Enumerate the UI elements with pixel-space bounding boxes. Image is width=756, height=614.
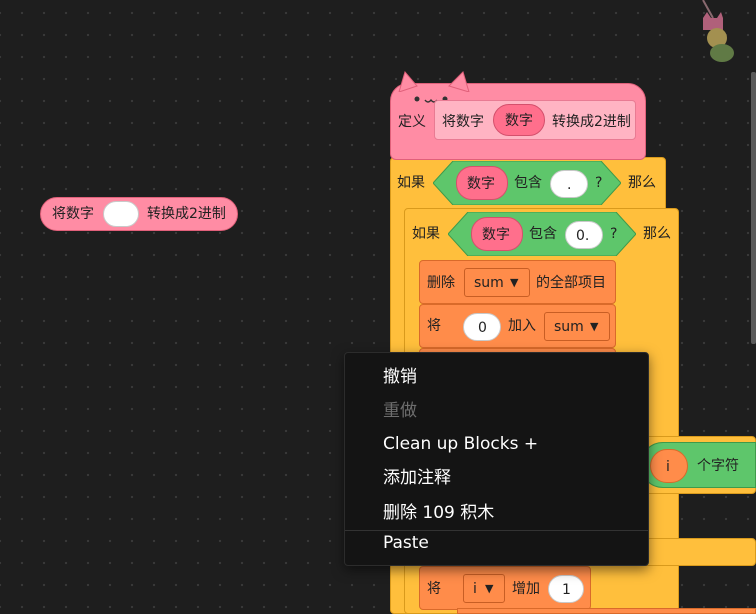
menu-divider: [345, 530, 648, 531]
char-var-reporter[interactable]: i: [650, 449, 688, 483]
char-var-label: i: [666, 459, 670, 475]
menu-item-redo: 重做: [383, 401, 417, 421]
loose-block-input[interactable]: [103, 201, 139, 227]
delete-keyword: 删除: [427, 275, 455, 291]
delete-all-block[interactable]: 删除 sum ▼ 的全部项目: [419, 260, 616, 304]
define-keyword: 定义: [398, 114, 426, 130]
add-to-list-block[interactable]: 将 0 加入 sum ▼: [419, 304, 616, 348]
change-var-block[interactable]: 将 i ▼ 增加 1: [419, 566, 591, 610]
if2-question-mark: ?: [610, 226, 618, 242]
chevron-down-icon: ▼: [590, 320, 599, 333]
if2-value-text: 0.: [576, 228, 590, 244]
if1-param-reporter[interactable]: 数字: [456, 166, 508, 200]
if1-value-text: .: [567, 177, 572, 193]
menu-item-paste[interactable]: Paste: [383, 535, 429, 552]
define-signature[interactable]: 将数字 数字 转换成2进制: [434, 100, 636, 140]
menu-item-undo[interactable]: 撤销: [383, 369, 417, 386]
loose-block-prefix: 将数字: [52, 206, 94, 222]
change-value-text: 1: [562, 582, 571, 598]
menu-item-clean-up[interactable]: Clean up Blocks +: [383, 436, 538, 453]
if2-contains-label: 包含: [529, 226, 557, 242]
delete-list-dropdown[interactable]: sum ▼: [464, 268, 530, 297]
chevron-down-icon: ▼: [510, 276, 519, 289]
if2-param-reporter[interactable]: 数字: [471, 217, 523, 251]
add-keyword: 将: [427, 318, 441, 334]
add-list-label: sum: [554, 319, 584, 335]
chevron-down-icon: ▼: [485, 582, 494, 595]
add-list-dropdown[interactable]: sum ▼: [544, 312, 610, 341]
menu-item-delete-blocks[interactable]: 删除 109 积木: [383, 505, 494, 522]
if2-value-input[interactable]: 0.: [565, 221, 603, 249]
menu-item-add-comment[interactable]: 添加注释: [383, 470, 451, 487]
change-middle-label: 增加: [512, 581, 540, 597]
if1-keyword-then: 那么: [628, 175, 656, 191]
block-partial-bottom[interactable]: [457, 608, 756, 614]
if2-keyword-if: 如果: [412, 226, 440, 242]
if2-param-label: 数字: [482, 227, 510, 243]
change-keyword: 将: [427, 581, 441, 597]
loose-block-suffix: 转换成2进制: [147, 206, 226, 222]
loose-custom-block[interactable]: 将数字 转换成2进制: [40, 197, 238, 231]
context-menu: 撤销 重做 Clean up Blocks + 添加注释 删除 109 积木 P…: [344, 352, 649, 566]
delete-suffix: 的全部项目: [536, 275, 606, 291]
add-middle-label: 加入: [508, 318, 536, 334]
sprite-icon[interactable]: [697, 0, 739, 64]
change-var-label: i: [473, 581, 477, 597]
if1-question-mark: ?: [595, 175, 603, 191]
char-suffix: 个字符: [697, 458, 739, 474]
if1-param-label: 数字: [467, 176, 495, 192]
delete-list-label: sum: [474, 275, 504, 291]
if1-contains-label: 包含: [514, 175, 542, 191]
define-param-label: 数字: [505, 113, 533, 129]
add-value-text: 0: [478, 320, 487, 336]
if1-value-input[interactable]: .: [550, 170, 588, 198]
change-value-input[interactable]: 1: [548, 575, 584, 603]
if1-keyword-if: 如果: [397, 175, 425, 191]
add-value-input[interactable]: 0: [463, 313, 501, 341]
define-prefix: 将数字: [442, 114, 484, 130]
define-hat-block[interactable]: 定义 将数字 数字 转换成2进制: [390, 70, 646, 160]
change-var-dropdown[interactable]: i ▼: [463, 574, 505, 603]
char-of-reporter[interactable]: i 个字符: [640, 442, 756, 488]
define-param-reporter[interactable]: 数字: [493, 104, 545, 136]
cat-ears-icon: [398, 70, 470, 92]
define-suffix: 转换成2进制: [552, 114, 631, 130]
if2-keyword-then: 那么: [643, 226, 671, 242]
